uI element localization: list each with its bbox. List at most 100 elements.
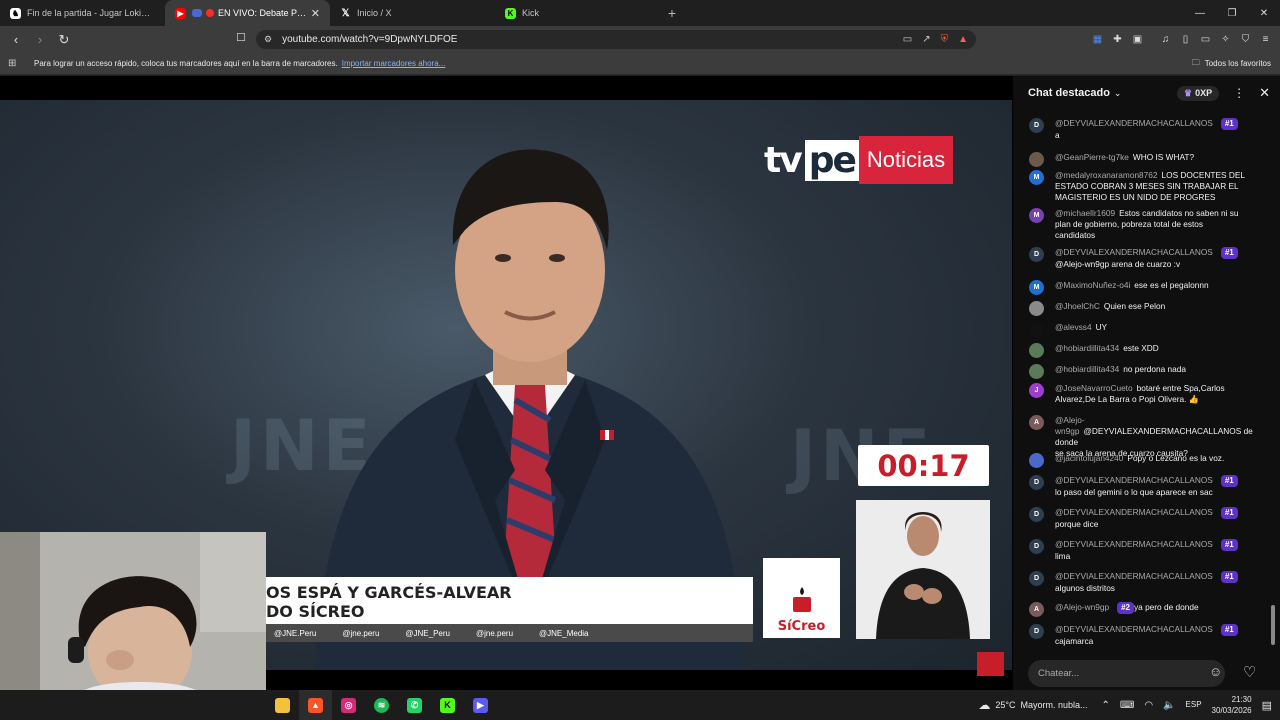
brave-shield-icon[interactable]: ⛨ bbox=[941, 34, 949, 45]
chat-author[interactable]: @DEYVIALEXANDERMACHACALLANOS bbox=[1055, 247, 1213, 257]
xp-badge[interactable]: ♛ 0XP bbox=[1177, 85, 1220, 101]
weather-widget[interactable]: ☁ 25°C Mayorm. nubla... bbox=[978, 698, 1087, 712]
avatar[interactable]: M bbox=[1029, 280, 1044, 295]
chat-author[interactable]: @JhoelChC bbox=[1055, 301, 1100, 311]
reload-icon[interactable]: ↻ bbox=[54, 30, 74, 50]
avatar[interactable]: D bbox=[1029, 118, 1044, 133]
app-icon[interactable]: ▶ bbox=[464, 690, 497, 720]
cast-icon[interactable]: ▭ bbox=[903, 34, 912, 45]
spotify-icon[interactable]: ≋ bbox=[365, 690, 398, 720]
avatar[interactable] bbox=[1029, 301, 1044, 316]
chat-author[interactable]: @DEYVIALEXANDERMACHACALLANOS bbox=[1055, 118, 1213, 128]
close-window-icon[interactable]: ✕ bbox=[1248, 0, 1280, 26]
tab-x[interactable]: 𝕏 Inicio / X bbox=[330, 0, 495, 26]
network-icon[interactable]: ⌨ bbox=[1120, 700, 1134, 711]
whatsapp-icon[interactable]: ✆ bbox=[398, 690, 431, 720]
chat-author[interactable]: @MaximoNuñez-o4i bbox=[1055, 280, 1130, 290]
emoji-icon[interactable]: ☺ bbox=[1209, 664, 1222, 679]
address-bar[interactable]: ⚙ youtube.com/watch?v=9DpwNYLDFOE ▭ ↗ ⛨ … bbox=[256, 30, 976, 49]
avatar[interactable]: D bbox=[1029, 571, 1044, 586]
chat-author[interactable]: @hobiardillita434 bbox=[1055, 343, 1119, 353]
bookmark-icon[interactable]: ☐ bbox=[236, 31, 246, 44]
file-explorer-icon[interactable] bbox=[266, 690, 299, 720]
avatar[interactable] bbox=[1029, 453, 1044, 468]
wallet-icon[interactable]: ▭ bbox=[1199, 33, 1212, 46]
instagram-icon[interactable]: ◎ bbox=[332, 690, 365, 720]
chat-author[interactable]: @DEYVIALEXANDERMACHACALLANOS bbox=[1055, 571, 1213, 581]
chat-author[interactable]: @GeanPierre-tg7ke bbox=[1055, 152, 1129, 162]
minimize-icon[interactable]: — bbox=[1184, 0, 1216, 26]
back-icon[interactable]: ‹ bbox=[6, 30, 26, 50]
extension-icon[interactable]: ▦ bbox=[1091, 33, 1104, 46]
share-icon[interactable]: ↗ bbox=[922, 34, 930, 45]
tab-lichess[interactable]: ♞ Fin de la partida - Jugar Loki83-3 • l… bbox=[0, 0, 165, 26]
chat-author[interactable]: @medalyroxanaramon8762 bbox=[1055, 170, 1158, 180]
chat-author[interactable]: @alevss4 bbox=[1055, 322, 1092, 332]
site-info-icon[interactable]: ⚙ bbox=[264, 34, 272, 45]
avatar[interactable] bbox=[1029, 343, 1044, 358]
music-icon[interactable]: ♫ bbox=[1159, 33, 1172, 46]
avatar[interactable]: J bbox=[1029, 383, 1044, 398]
avatar[interactable]: D bbox=[1029, 247, 1044, 262]
chat-author[interactable]: @DEYVIALEXANDERMACHACALLANOS bbox=[1055, 539, 1213, 549]
avatar[interactable]: D bbox=[1029, 507, 1044, 522]
heart-icon[interactable]: ♡ bbox=[1243, 663, 1256, 681]
all-favorites[interactable]: 🗀 Todos los favoritos bbox=[1192, 57, 1271, 71]
menu-icon[interactable]: ≡ bbox=[1259, 33, 1272, 46]
more-options-icon[interactable]: ⋮ bbox=[1233, 86, 1245, 100]
notifications-icon[interactable]: ▤ bbox=[1262, 699, 1272, 712]
chat-author[interactable]: @Alejo-wn9gp bbox=[1055, 602, 1109, 612]
chat-author[interactable]: @jacintolujan4240 bbox=[1055, 453, 1123, 463]
avatar[interactable]: M bbox=[1029, 208, 1044, 223]
avatar[interactable] bbox=[1029, 152, 1044, 167]
scrollbar-thumb[interactable] bbox=[1271, 605, 1275, 645]
avatar[interactable]: M bbox=[1029, 170, 1044, 185]
leo-icon[interactable]: ✧ bbox=[1219, 33, 1232, 46]
brave-icon[interactable]: ▲ bbox=[299, 690, 332, 720]
chat-scrollbar[interactable] bbox=[1271, 110, 1276, 645]
close-tab-icon[interactable]: ✕ bbox=[311, 7, 320, 20]
sidebar-icon[interactable]: ▯ bbox=[1179, 33, 1192, 46]
chevron-down-icon[interactable]: ⌄ bbox=[1114, 88, 1122, 99]
avatar[interactable] bbox=[1029, 364, 1044, 379]
clock[interactable]: 21:30 30/03/2026 bbox=[1212, 694, 1252, 716]
puzzle-icon[interactable]: ✚ bbox=[1111, 33, 1124, 46]
chat-mode-label[interactable]: Chat destacado bbox=[1028, 87, 1110, 99]
avatar[interactable]: D bbox=[1029, 539, 1044, 554]
chat-author[interactable]: @hobiardillita434 bbox=[1055, 364, 1119, 374]
chat-author[interactable]: @Alejo-wn9gp bbox=[1055, 415, 1085, 436]
tab-kick[interactable]: K Kick bbox=[495, 0, 660, 26]
youtube-icon: ▶ bbox=[175, 7, 186, 19]
avatar[interactable]: D bbox=[1029, 475, 1044, 490]
chat-message: @jacintolujan4240 Popy o Lezcano es la vo… bbox=[1013, 453, 1268, 468]
avatar[interactable]: A bbox=[1029, 415, 1044, 430]
volume-icon[interactable]: 🔈 bbox=[1163, 700, 1175, 711]
chat-author[interactable]: @DEYVIALEXANDERMACHACALLANOS bbox=[1055, 507, 1213, 517]
brave-rewards-icon[interactable]: ▲ bbox=[958, 34, 968, 45]
chat-input[interactable]: Chatear... bbox=[1028, 660, 1225, 687]
chat-message-text: Estos candidatos no saben ni su bbox=[1119, 208, 1239, 218]
avatar[interactable]: D bbox=[1029, 624, 1044, 639]
import-bookmarks-link[interactable]: Importar marcadores ahora... bbox=[342, 59, 446, 68]
close-chat-icon[interactable]: ✕ bbox=[1259, 85, 1270, 101]
chat-author[interactable]: @DEYVIALEXANDERMACHACALLANOS bbox=[1055, 624, 1213, 634]
avatar[interactable] bbox=[1029, 322, 1044, 337]
wifi-icon[interactable]: ◠ bbox=[1144, 700, 1153, 711]
chat-message: D @DEYVIALEXANDERMACHACALLANOS #1 @Alejo-wn… bbox=[1013, 247, 1268, 270]
chat-author[interactable]: @JoseNavarroCueto bbox=[1055, 383, 1133, 393]
tab-youtube[interactable]: ▶ EN VIVO: Debate Presiden ✕ bbox=[165, 0, 330, 26]
language-label[interactable]: ESP bbox=[1186, 700, 1202, 711]
kick-icon[interactable]: K bbox=[431, 690, 464, 720]
restore-icon[interactable]: ❐ bbox=[1216, 0, 1248, 26]
apps-grid-icon[interactable]: ⊞ bbox=[8, 58, 20, 70]
screenshot-icon[interactable]: ▣ bbox=[1131, 33, 1144, 46]
vpn-icon[interactable]: ⛉ bbox=[1239, 33, 1252, 46]
chat-author[interactable]: @DEYVIALEXANDERMACHACALLANOS bbox=[1055, 475, 1213, 485]
cloud-icon: ☁ bbox=[978, 698, 991, 712]
avatar[interactable]: A bbox=[1029, 602, 1044, 617]
chat-message: A @Alejo-wn9gp #2 ya pero de donde bbox=[1013, 602, 1268, 617]
new-tab-button[interactable]: + bbox=[660, 0, 684, 26]
forward-icon[interactable]: › bbox=[30, 30, 50, 50]
chevron-up-icon[interactable]: ⌃ bbox=[1102, 700, 1110, 711]
chat-author[interactable]: @michaellr1609 bbox=[1055, 208, 1115, 218]
